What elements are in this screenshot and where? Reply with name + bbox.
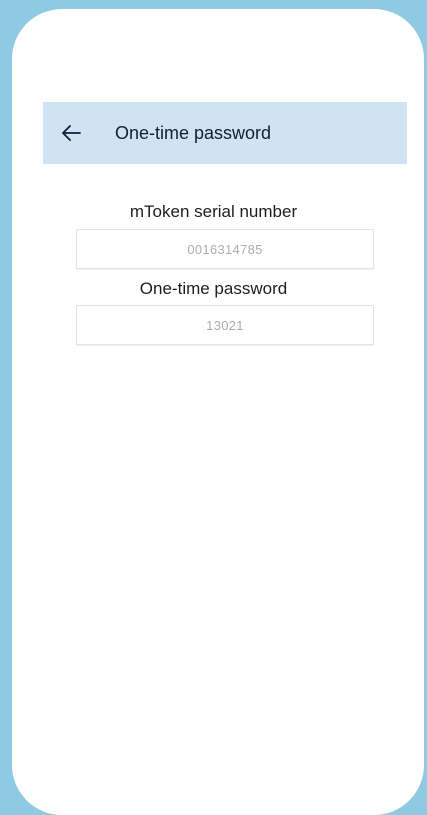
serial-number-value: 0016314785 bbox=[187, 241, 263, 257]
back-arrow-icon[interactable] bbox=[61, 124, 81, 142]
otp-label: One-time password bbox=[139, 279, 288, 298]
phone-screen: One-time password mToken serial number 0… bbox=[12, 9, 424, 815]
otp-field[interactable]: 13021 bbox=[76, 305, 374, 345]
serial-number-field[interactable]: 0016314785 bbox=[76, 229, 374, 269]
otp-value: 13021 bbox=[206, 317, 244, 333]
page-title: One-time password bbox=[115, 123, 272, 143]
app-bar: One-time password bbox=[43, 102, 407, 164]
back-arrow-svg bbox=[62, 125, 81, 141]
serial-number-label: mToken serial number bbox=[129, 202, 298, 221]
